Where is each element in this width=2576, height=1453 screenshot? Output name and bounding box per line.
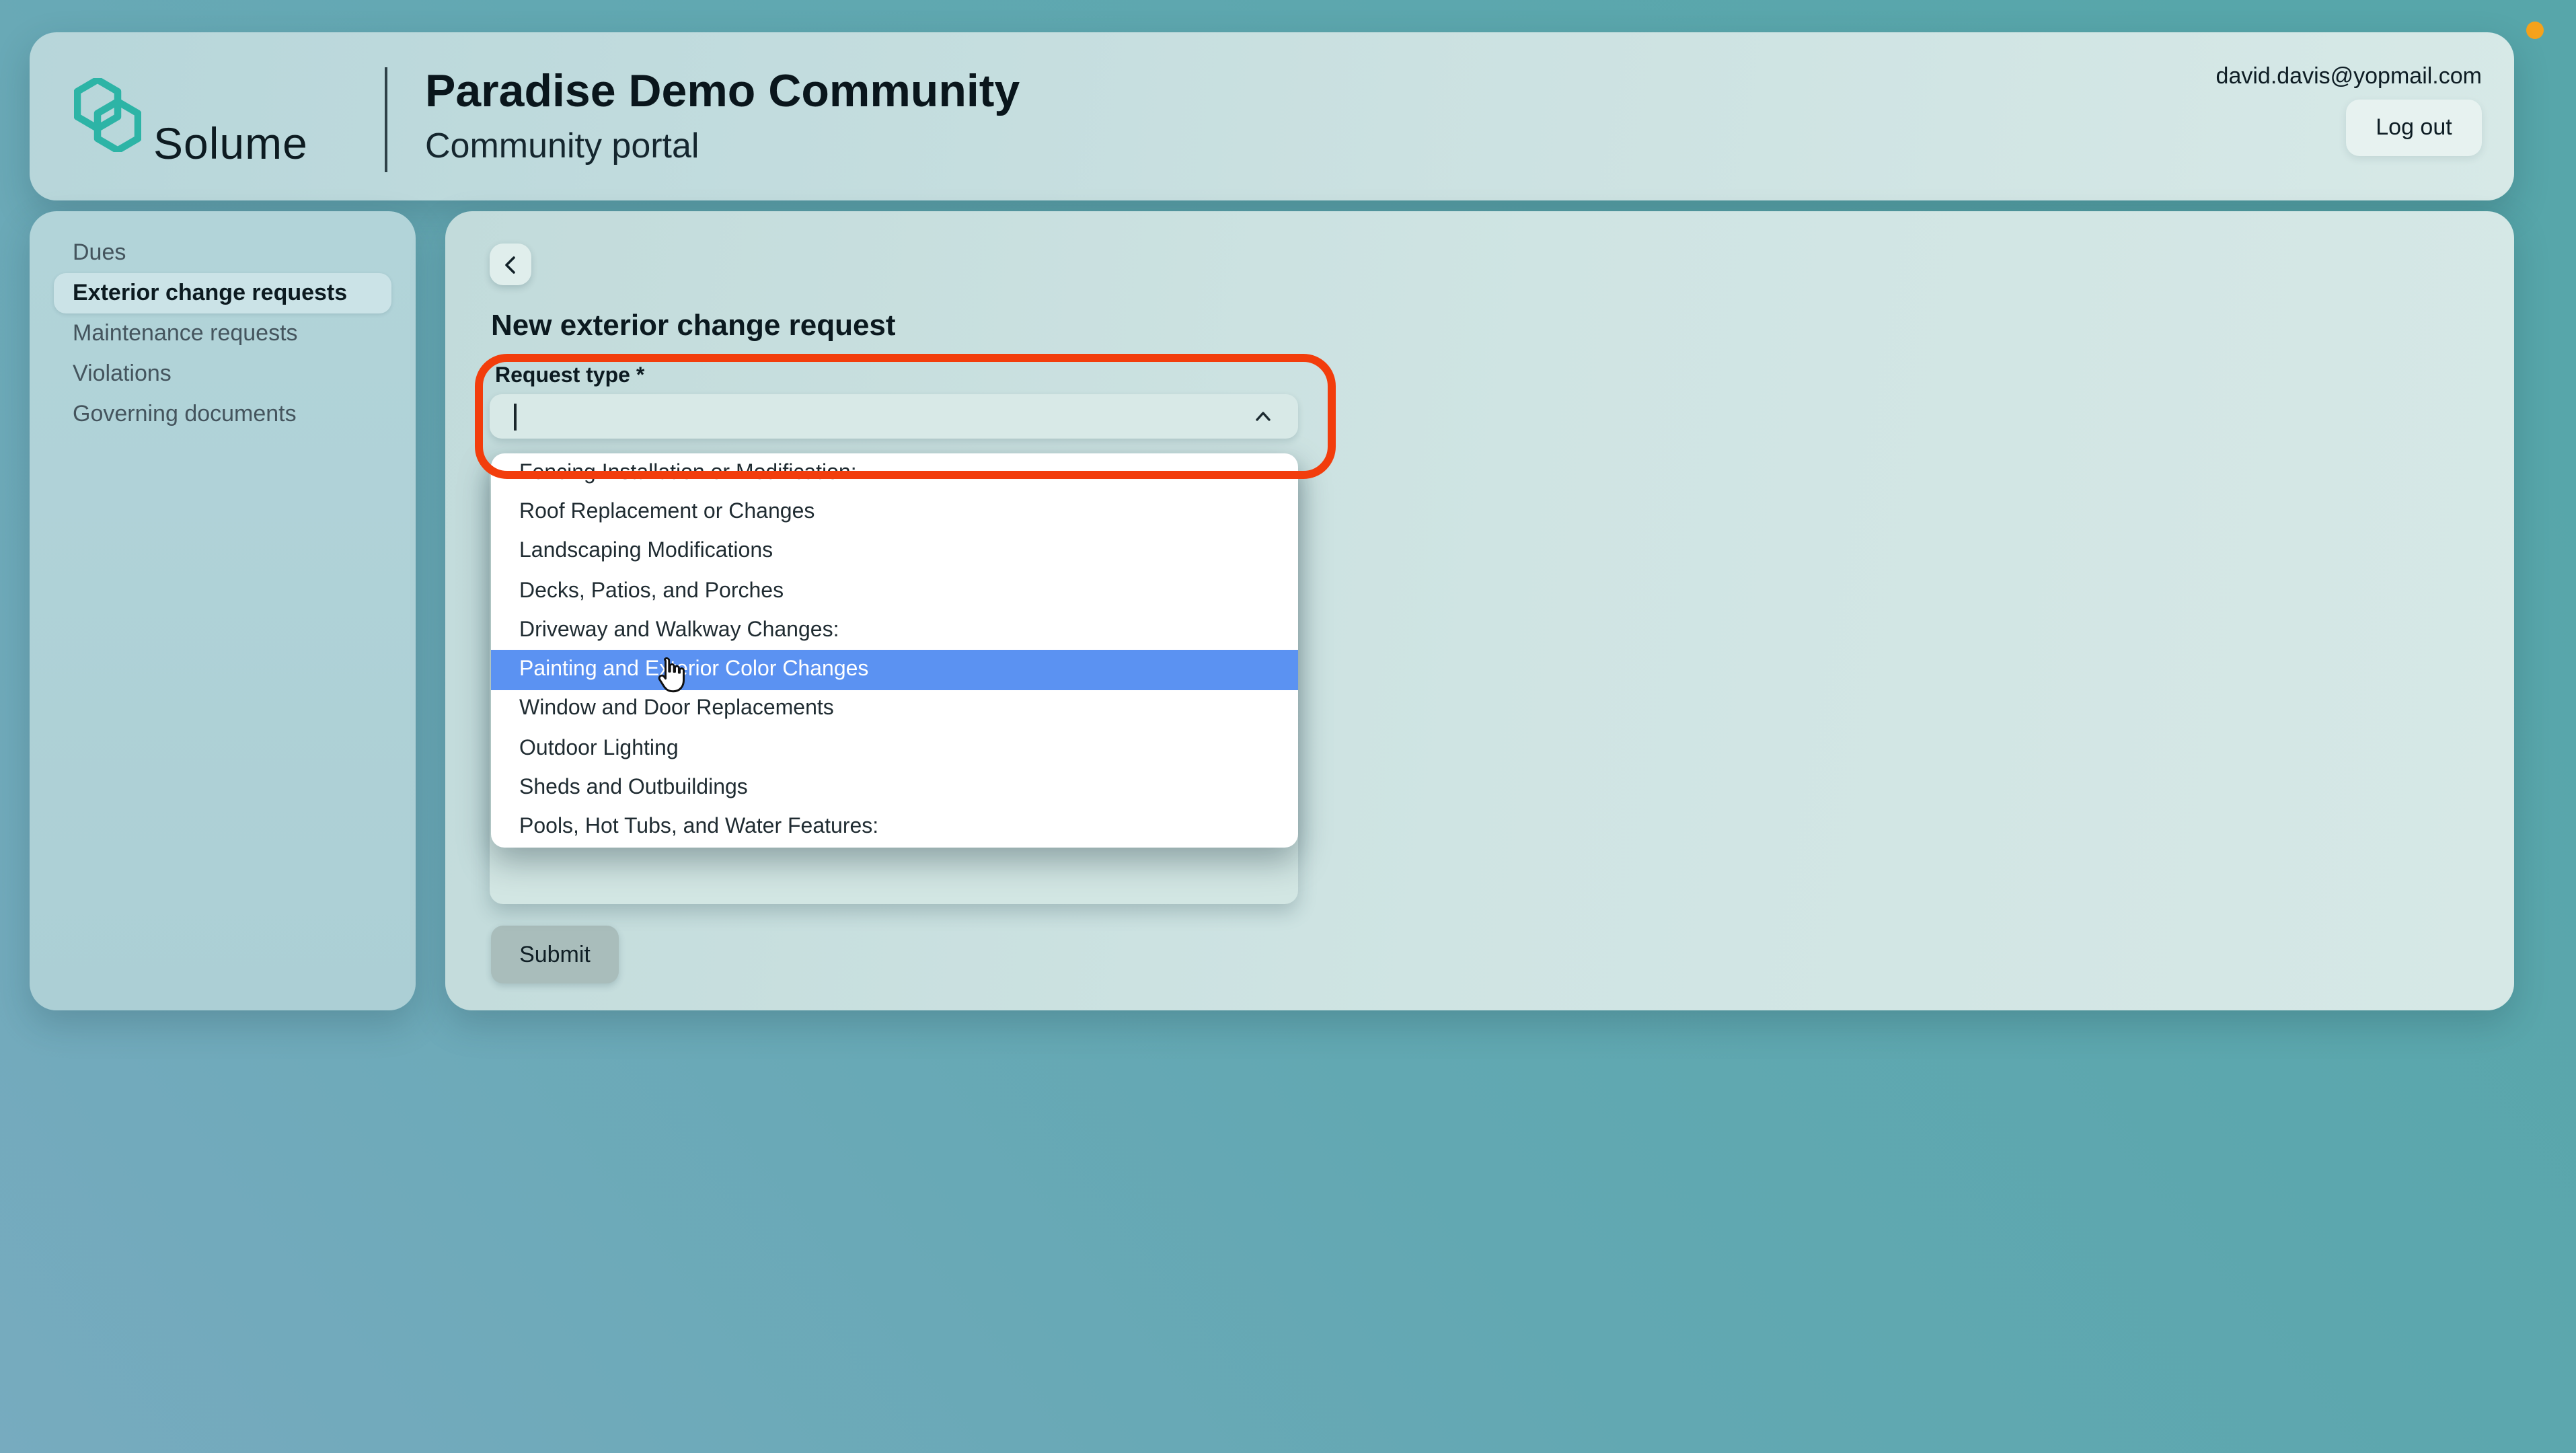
sidebar-item-exterior-change-requests[interactable]: Exterior change requests (54, 273, 391, 313)
header: Solume Paradise Demo Community Community… (30, 32, 2514, 200)
header-divider (385, 67, 387, 172)
dropdown-option[interactable]: Decks, Patios, and Porches (491, 572, 1298, 611)
chevron-left-icon (504, 256, 515, 273)
request-type-dropdown: Fencing Installation or Modification: Ro… (491, 453, 1298, 848)
user-email: david.davis@yopmail.com (2215, 63, 2482, 89)
submit-button[interactable]: Submit (491, 926, 619, 983)
portal-subtitle: Community portal (425, 125, 699, 165)
text-caret (514, 404, 517, 431)
sidebar-item-dues[interactable]: Dues (30, 233, 416, 273)
logout-button[interactable]: Log out (2346, 100, 2482, 156)
dropdown-option[interactable]: Pools, Hot Tubs, and Water Features: (491, 808, 1298, 848)
chevron-up-icon (1256, 412, 1271, 421)
solume-logo-icon (74, 78, 141, 152)
dropdown-option[interactable]: Fencing Installation or Modification: (491, 453, 1298, 493)
dropdown-option[interactable]: Roof Replacement or Changes (491, 493, 1298, 533)
sidebar-item-violations[interactable]: Violations (30, 354, 416, 394)
page-title: New exterior change request (491, 308, 896, 342)
dropdown-option[interactable]: Driveway and Walkway Changes: (491, 611, 1298, 650)
recording-indicator-dot (2526, 22, 2544, 39)
back-button[interactable] (490, 244, 531, 285)
dropdown-option[interactable]: Outdoor Lighting (491, 729, 1298, 769)
brand-name: Solume (153, 118, 308, 168)
request-type-input[interactable] (490, 394, 1298, 439)
community-portal-app: Solume Paradise Demo Community Community… (0, 0, 2576, 1453)
dropdown-option[interactable]: Landscaping Modifications (491, 532, 1298, 572)
dropdown-option[interactable]: Sheds and Outbuildings (491, 769, 1298, 809)
sidebar-item-maintenance-requests[interactable]: Maintenance requests (30, 313, 416, 354)
sidebar-item-governing-documents[interactable]: Governing documents (30, 394, 416, 435)
hand-cursor-icon (658, 657, 685, 693)
title-block: Paradise Demo Community Community portal (425, 62, 1020, 170)
request-type-label: Request type * (495, 365, 645, 387)
sidebar-nav: Dues Exterior change requests Maintenanc… (30, 211, 416, 1010)
community-title: Paradise Demo Community (425, 66, 1020, 117)
dropdown-option[interactable]: Window and Door Replacements (491, 690, 1298, 730)
main-content: New exterior change request Request type… (445, 211, 2514, 1010)
dropdown-option-highlighted[interactable]: Painting and Exterior Color Changes (491, 650, 1298, 690)
